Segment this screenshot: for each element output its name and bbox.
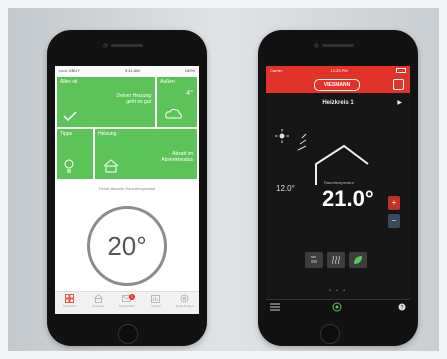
screen-right: Carrier 12:25 PM VIESMANN Heizkreis 1 ▶ (266, 66, 410, 314)
gear-icon (180, 294, 189, 303)
house-icon (103, 159, 119, 173)
brand-bar: VIESMANN (266, 75, 410, 93)
tab-label: Verlauf (151, 304, 161, 308)
status-time: 12:25 PM (330, 68, 348, 73)
outside-tile-value: 4° (186, 90, 193, 97)
outside-temperature: 12.0° (276, 184, 295, 193)
leaf-icon (354, 256, 362, 264)
heat-waves-icon (332, 255, 340, 265)
lightbulb-icon (64, 159, 74, 173)
tab-settings[interactable]: Einstellungen (175, 294, 195, 312)
tile-grid: Alles ok Deiner Heizung geht es gut Auße… (57, 77, 197, 179)
hot-water-mode-button[interactable] (305, 252, 323, 268)
temperature-dial[interactable]: 20° (87, 206, 167, 286)
status-tile-label: Alles ok (60, 79, 78, 85)
message-badge: 1 (128, 294, 135, 300)
dial-value: 20° (107, 230, 147, 261)
speaker (111, 44, 143, 47)
check-icon (63, 111, 77, 121)
phone-left: •••••• GBUY 9:41 AM 100% Alles ok Deiner… (47, 30, 207, 346)
brand-logo: VIESMANN (314, 79, 360, 91)
heating-mode-button[interactable] (327, 252, 345, 268)
screen-left: •••••• GBUY 9:41 AM 100% Alles ok Deiner… (55, 66, 199, 314)
outside-tile-label: Außen (160, 79, 175, 85)
status-carrier: •••••• GBUY (59, 68, 80, 73)
tab-home[interactable]: Zuhause (88, 294, 108, 312)
status-bar: •••••• GBUY 9:41 AM 100% (55, 66, 199, 75)
camera (314, 43, 319, 48)
sun-icon (275, 129, 307, 151)
document-icon[interactable] (393, 79, 404, 90)
increase-temp-button[interactable]: + (388, 196, 400, 210)
heating-tile[interactable]: Heizung Absatt im Absenkmodus (95, 129, 197, 179)
mode-buttons (305, 252, 367, 268)
house-icon (93, 294, 103, 303)
decrease-temp-button[interactable]: − (388, 214, 400, 228)
help-icon[interactable]: ? (398, 303, 406, 311)
svg-text:?: ? (401, 305, 404, 311)
home-button[interactable] (320, 324, 340, 344)
circuit-title: Heizkreis 1 (322, 100, 354, 106)
status-time: 9:41 AM (124, 68, 140, 73)
status-battery: 100% (184, 68, 195, 73)
room-temp-label: Raumtemperatur (324, 180, 355, 185)
speaker (322, 44, 354, 47)
tab-history[interactable]: Verlauf (146, 294, 166, 312)
cloud-icon (165, 108, 182, 119)
outside-tile[interactable]: Außen 4° (157, 77, 197, 127)
room-temperature: 21.0° (322, 186, 374, 211)
tab-overview[interactable]: Übersicht (59, 294, 79, 312)
status-bar: Carrier 12:25 PM (266, 66, 410, 75)
phone-right: Carrier 12:25 PM VIESMANN Heizkreis 1 ▶ (258, 30, 418, 346)
tips-tile-label: Tipps (60, 131, 73, 137)
tips-tile[interactable]: Tipps (57, 129, 93, 179)
status-tile-text: Deiner Heizung geht es gut (116, 93, 151, 105)
tab-label: Einstellungen (175, 304, 194, 308)
shower-icon (311, 256, 317, 263)
heating-tile-label: Heizung (98, 131, 117, 137)
eco-mode-button[interactable] (349, 252, 367, 268)
tab-bar: Übersicht Zuhause 1 Nachrichten Verlauf … (55, 291, 199, 314)
tab-messages[interactable]: 1 Nachrichten (117, 294, 137, 312)
grid-icon (64, 294, 74, 303)
next-circuit-arrow-icon[interactable]: ▶ (397, 99, 402, 106)
tab-label: Nachrichten (118, 304, 135, 308)
status-tile[interactable]: Alles ok Deiner Heizung geht es gut (57, 77, 155, 127)
bottom-bar: ? (266, 299, 410, 314)
heating-tile-text: Absatt im Absenkmodus (161, 151, 193, 163)
status-carrier: Carrier (270, 68, 283, 73)
product-panel: •••••• GBUY 9:41 AM 100% Alles ok Deiner… (8, 8, 439, 351)
chart-icon (151, 295, 161, 303)
room-temp-description: Deine aktuelle Raumtemperatur (98, 186, 156, 191)
menu-icon[interactable] (270, 303, 280, 311)
tab-label: Zuhause (92, 304, 105, 308)
camera (103, 43, 108, 48)
tab-label: Übersicht (63, 304, 76, 308)
connection-icon[interactable] (332, 302, 342, 312)
battery-icon (395, 68, 406, 73)
home-button[interactable] (118, 324, 138, 344)
page-indicator: • • • (328, 288, 348, 294)
